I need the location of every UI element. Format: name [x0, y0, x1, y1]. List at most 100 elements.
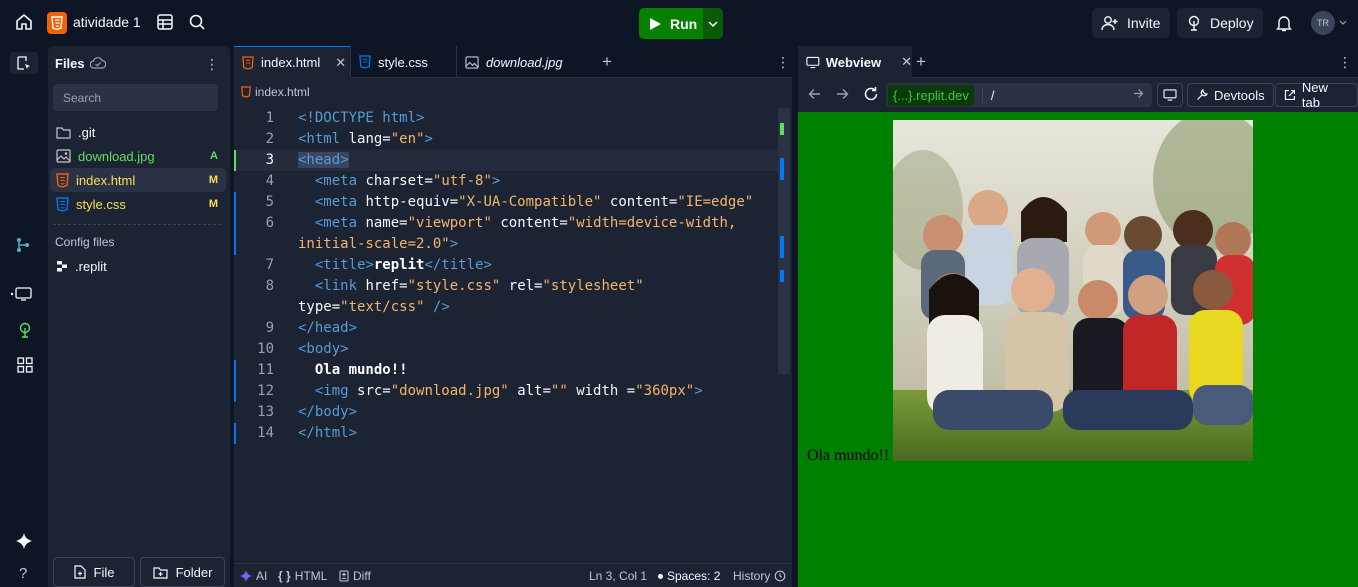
file-item-style-css[interactable]: style.css M — [50, 192, 226, 216]
top-bar: atividade 1 Run Invite Deploy TR — [0, 0, 1358, 46]
back-arrow-icon[interactable] — [808, 88, 821, 100]
run-button[interactable]: Run — [639, 8, 703, 39]
status-bar: AI { } HTML Diff Ln 3, Col 1 Spaces: 2 H… — [234, 563, 792, 587]
html5-icon — [56, 172, 69, 188]
help-icon[interactable]: ? — [19, 565, 27, 582]
invite-label: Invite — [1127, 15, 1161, 31]
cursor-position[interactable]: Ln 3, Col 1 — [589, 569, 647, 583]
webview-preview[interactable]: Ola mundo!! — [798, 112, 1358, 587]
image-icon — [56, 149, 71, 163]
go-arrow-icon[interactable] — [1133, 88, 1144, 99]
git-icon[interactable] — [16, 237, 30, 253]
tab-style-css[interactable]: style.css — [350, 46, 456, 78]
diff-icon — [339, 570, 349, 582]
search-icon[interactable] — [188, 13, 206, 31]
add-user-icon — [1101, 16, 1118, 31]
code-line: 4 <meta charset="utf-8"> — [265, 173, 501, 189]
tab-index-html[interactable]: index.html ✕ — [234, 46, 350, 78]
file-item-index-html[interactable]: index.html M — [50, 168, 226, 192]
devtools-label: Devtools — [1214, 87, 1265, 103]
code-line: 1 <!DOCTYPE html> — [265, 110, 425, 126]
run-label: Run — [670, 15, 698, 32]
new-folder-button[interactable]: Folder — [140, 557, 225, 587]
breadcrumb-file[interactable]: index.html — [255, 85, 310, 99]
history-button[interactable]: History — [733, 569, 786, 583]
dot-icon — [658, 573, 663, 579]
deploy-icon — [1188, 15, 1200, 31]
monitor-icon — [1163, 89, 1177, 101]
indent-setting[interactable]: Spaces: 2 — [658, 569, 720, 583]
config-files-title: Config files — [55, 235, 115, 249]
left-rail: ? — [0, 46, 48, 587]
breadcrumb: index.html — [241, 85, 310, 99]
code-line: type="text/css" /> — [298, 299, 450, 315]
code-area[interactable]: 1 <!DOCTYPE html> 2 <html lang="en"> 3 <hea… — [234, 108, 778, 444]
url-path: / — [981, 87, 995, 103]
file-search-input[interactable]: Search — [53, 84, 218, 111]
devtools-button[interactable]: Devtools — [1187, 83, 1274, 107]
diff-button[interactable]: Diff — [339, 569, 371, 583]
layout-icon[interactable] — [156, 13, 174, 31]
html5-icon — [47, 12, 67, 34]
file-item-download-jpg[interactable]: download.jpg A — [50, 144, 226, 168]
invite-button[interactable]: Invite — [1092, 8, 1170, 38]
tab-webview[interactable]: Webview ✕ — [798, 46, 912, 78]
code-line: 14 </html> — [234, 423, 778, 444]
bell-icon[interactable] — [1276, 14, 1292, 32]
tab-label: style.css — [378, 54, 428, 70]
run-dropdown-button[interactable] — [703, 8, 723, 39]
deployments-icon[interactable] — [17, 322, 33, 338]
deploy-label: Deploy — [1210, 15, 1254, 31]
replit-icon — [57, 261, 67, 272]
file-item-git[interactable]: .git — [50, 120, 226, 144]
external-link-icon — [1284, 89, 1295, 101]
code-editor-panel: index.html ✕ style.css download.jpg + ⋮ … — [234, 46, 792, 587]
file-name: .replit — [75, 258, 107, 274]
webview-panel: Webview ✕ + ⋮ {...}.replit.dev / Devtool… — [798, 46, 1358, 587]
files-tool-icon[interactable] — [10, 52, 38, 74]
tab-download-jpg[interactable]: download.jpg — [456, 46, 586, 78]
url-input[interactable]: {...}.replit.dev / — [886, 83, 1152, 107]
chevron-down-icon[interactable] — [1339, 20, 1347, 25]
code-line: 11 Ola mundo!! — [234, 360, 778, 381]
code-line: 12 <img src="download.jpg" alt="" width … — [234, 381, 778, 402]
code-line: initial-scale=2.0"> — [234, 234, 778, 255]
folder-icon — [56, 126, 71, 139]
webview-tool-icon[interactable] — [10, 287, 32, 301]
new-tab-button[interactable]: New tab — [1275, 80, 1358, 110]
language-indicator[interactable]: { } HTML — [278, 569, 327, 583]
editor-scrollbar[interactable] — [778, 108, 790, 374]
url-domain: {...}.replit.dev — [888, 84, 974, 106]
project-name[interactable]: atividade 1 — [73, 14, 141, 30]
code-line: 13 </body> — [257, 404, 358, 420]
more-options-icon[interactable]: ⋮ — [768, 46, 790, 78]
ai-icon — [240, 570, 252, 582]
deploy-button[interactable]: Deploy — [1177, 8, 1263, 38]
code-line: 10 <body> — [257, 341, 349, 357]
close-icon[interactable]: ✕ — [901, 54, 912, 70]
code-line: 6 <meta name="viewport" content="width=d… — [234, 213, 778, 234]
git-status-badge: M — [208, 198, 218, 210]
refresh-icon[interactable] — [863, 86, 879, 102]
home-icon[interactable] — [14, 12, 36, 34]
close-icon[interactable]: ✕ — [335, 55, 346, 71]
new-file-label: File — [93, 564, 115, 580]
ai-button[interactable]: AI — [240, 569, 267, 583]
files-title: Files — [55, 56, 85, 71]
html5-icon — [241, 86, 251, 98]
avatar[interactable]: TR — [1311, 11, 1335, 35]
more-options-icon[interactable]: ⋮ — [205, 56, 219, 73]
more-options-icon[interactable]: ⋮ — [1338, 54, 1352, 71]
code-line: 5 <meta http-equiv="X-UA-Compatible" con… — [234, 192, 778, 213]
add-tab-icon[interactable]: + — [916, 52, 926, 72]
device-toggle-button[interactable] — [1157, 83, 1183, 107]
new-file-button[interactable]: File — [53, 557, 135, 587]
wrench-icon — [1197, 89, 1208, 100]
file-item-replit[interactable]: .replit — [50, 254, 226, 278]
braces-icon: { } — [278, 569, 291, 583]
image-icon — [465, 55, 479, 69]
ai-sparkle-icon[interactable] — [16, 533, 32, 549]
all-tools-icon[interactable] — [17, 357, 33, 373]
forward-arrow-icon[interactable] — [836, 88, 849, 100]
add-tab-icon[interactable]: + — [594, 46, 618, 78]
